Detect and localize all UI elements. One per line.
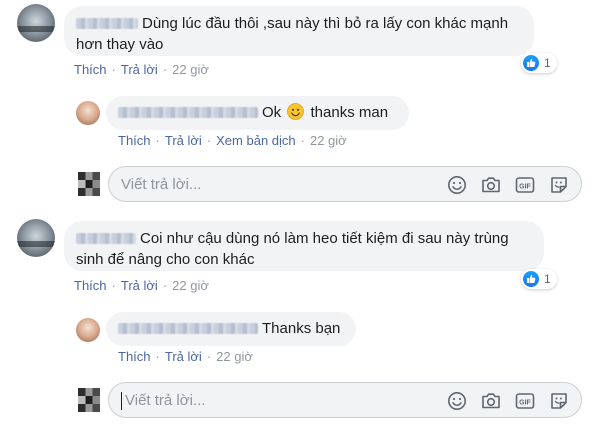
- text-cursor: [121, 392, 122, 410]
- comment-actions: Thích · Trả lời · 22 giờ: [74, 62, 209, 77]
- like-icon: [523, 55, 539, 71]
- gif-icon[interactable]: GIF: [513, 173, 537, 197]
- camera-icon[interactable]: [479, 173, 503, 197]
- camera-icon[interactable]: [479, 389, 503, 413]
- commenter-avatar[interactable]: [17, 4, 55, 42]
- current-user-avatar: [78, 172, 100, 196]
- reaction-count[interactable]: 1: [521, 269, 557, 289]
- replier-name-blurred[interactable]: [118, 107, 258, 118]
- reply-timestamp[interactable]: 22 giờ: [216, 349, 253, 364]
- svg-text:GIF: GIF: [519, 183, 531, 190]
- reply-avatar[interactable]: [76, 101, 100, 125]
- reply-actions: Thích · Trả lời · 22 giờ: [118, 349, 253, 364]
- reply-text-end: thanks man: [310, 104, 389, 121]
- reply-link[interactable]: Trả lời: [121, 62, 158, 77]
- reply-actions: Thích · Trả lời · Xem bản dịch · 22 giờ: [118, 133, 347, 148]
- reply-link[interactable]: Trả lời: [165, 133, 202, 148]
- comment-text-line-1: Coi như cậu dùng nó làm heo tiết kiệm đi…: [140, 230, 509, 247]
- commenter-name-blurred[interactable]: [76, 233, 136, 244]
- reply-link[interactable]: Trả lời: [121, 278, 158, 293]
- svg-text:GIF: GIF: [519, 399, 531, 406]
- emoji-icon[interactable]: [445, 173, 469, 197]
- reply-bubble: Thanks bạn: [106, 312, 356, 346]
- reply-avatar[interactable]: [76, 318, 100, 342]
- comment-timestamp[interactable]: 22 giờ: [172, 278, 209, 293]
- reply-input[interactable]: [125, 383, 375, 417]
- comment-actions: Thích · Trả lời · 22 giờ: [74, 278, 209, 293]
- sticker-icon[interactable]: [547, 389, 571, 413]
- reaction-count[interactable]: 1: [521, 53, 557, 73]
- reaction-count-label: 1: [544, 272, 551, 286]
- like-link[interactable]: Thích: [118, 133, 151, 148]
- reply-composer: GIF: [108, 382, 582, 418]
- sticker-icon[interactable]: [547, 173, 571, 197]
- reply-input[interactable]: [121, 167, 371, 201]
- comment-bubble: Dùng lúc đầu thôi ,sau này thì bỏ ra lấy…: [64, 6, 534, 56]
- gif-icon[interactable]: GIF: [513, 389, 537, 413]
- reply-link[interactable]: Trả lời: [165, 349, 202, 364]
- reply-timestamp[interactable]: 22 giờ: [310, 133, 347, 148]
- reply-bubble: Ok thanks man: [106, 96, 409, 130]
- current-user-avatar: [78, 388, 100, 412]
- smiley-emoji-icon: [287, 103, 305, 126]
- see-translation-link[interactable]: Xem bản dịch: [216, 133, 296, 148]
- comment-text-line-1: Dùng lúc đầu thôi ,sau này thì bỏ ra lấy…: [142, 15, 509, 32]
- like-icon: [523, 271, 539, 287]
- replier-name-blurred[interactable]: [118, 323, 258, 334]
- reaction-count-label: 1: [544, 56, 551, 70]
- reply-text: Thanks bạn: [262, 320, 341, 337]
- emoji-icon[interactable]: [445, 389, 469, 413]
- like-link[interactable]: Thích: [74, 278, 107, 293]
- comment-bubble: Coi như cậu dùng nó làm heo tiết kiệm đi…: [64, 221, 544, 271]
- comment-text-line-2: sinh để nâng cho con khác: [76, 251, 255, 268]
- like-link[interactable]: Thích: [118, 349, 151, 364]
- commenter-name-blurred[interactable]: [76, 18, 138, 29]
- comment-timestamp[interactable]: 22 giờ: [172, 62, 209, 77]
- reply-text-start: Ok: [262, 104, 282, 121]
- reply-composer: GIF: [108, 166, 582, 202]
- commenter-avatar[interactable]: [17, 219, 55, 257]
- comment-text-line-2: hơn thay vào: [76, 36, 164, 53]
- like-link[interactable]: Thích: [74, 62, 107, 77]
